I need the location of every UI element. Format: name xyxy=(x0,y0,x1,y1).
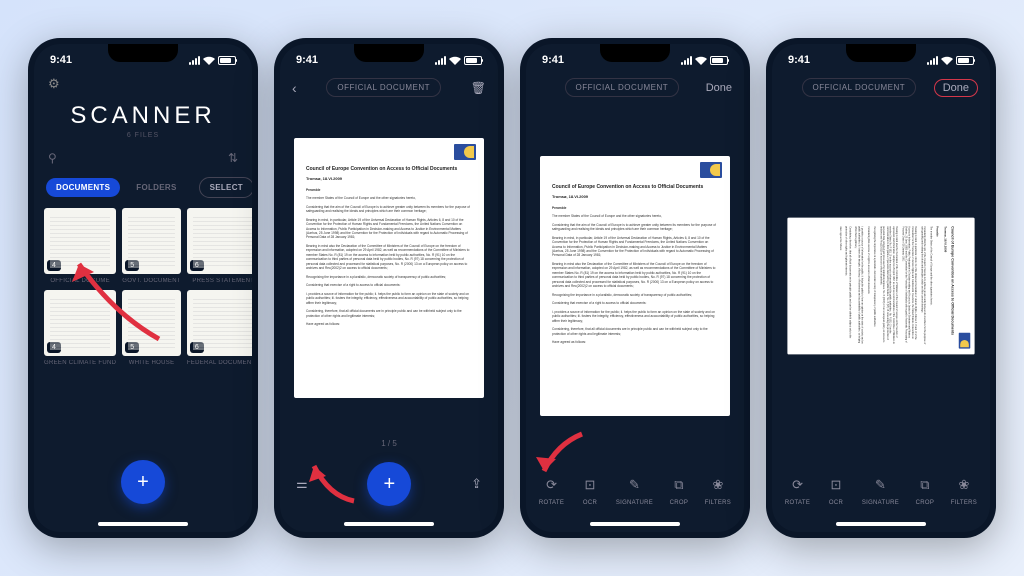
doc-thumb[interactable]: 6PRESS STATEMENT xyxy=(187,208,252,284)
battery-icon xyxy=(710,56,728,65)
notch xyxy=(354,44,424,62)
back-icon[interactable]: ‹ xyxy=(292,80,297,96)
share-icon[interactable]: ⇪ xyxy=(471,476,482,492)
filters-icon: ❀ xyxy=(952,473,976,497)
wifi-icon xyxy=(449,56,461,65)
page-indicator: 1 / 5 xyxy=(280,433,498,454)
signature-button[interactable]: ✎SIGNATURE xyxy=(616,473,653,506)
filters-icon: ❀ xyxy=(706,473,730,497)
crop-button[interactable]: ⧉CROP xyxy=(913,473,937,506)
rotate-icon: ⟳ xyxy=(786,473,810,497)
rotate-button[interactable]: ⟳ROTATE xyxy=(785,473,810,506)
status-time: 9:41 xyxy=(542,54,564,66)
home-indicator xyxy=(590,522,680,526)
ocr-icon: ⊡ xyxy=(824,473,848,497)
document-title-pill[interactable]: OFFICIAL DOCUMENT xyxy=(326,78,441,97)
rotate-icon: ⟳ xyxy=(540,473,564,497)
document-title-pill[interactable]: OFFICIAL DOCUMENT xyxy=(565,78,680,97)
rotate-button[interactable]: ⟳ROTATE xyxy=(539,473,564,506)
phone-frame-1: 9:41 ⚙ SCANNER 6 FILES ⚲ ⇅ DOCUMENTS FOL… xyxy=(28,38,258,538)
file-count: 6 FILES xyxy=(34,132,252,139)
done-button[interactable]: Done xyxy=(706,82,732,94)
done-button-highlighted[interactable]: Done xyxy=(934,79,978,97)
signature-button[interactable]: ✎SIGNATURE xyxy=(862,473,899,506)
signal-icon xyxy=(681,56,692,65)
gear-icon[interactable]: ⚙ xyxy=(48,76,60,92)
coe-logo-icon xyxy=(454,144,476,160)
filters-button[interactable]: ❀FILTERS xyxy=(951,473,977,506)
doc-thumb[interactable]: 4OFFICIAL DOCUME xyxy=(44,208,116,284)
signal-icon xyxy=(927,56,938,65)
home-indicator xyxy=(98,522,188,526)
notch xyxy=(846,44,916,62)
app-title: SCANNER xyxy=(34,102,252,130)
sort-icon[interactable]: ⇅ xyxy=(228,151,238,165)
crop-button[interactable]: ⧉CROP xyxy=(667,473,691,506)
document-preview[interactable]: Council of Europe Convention on Access t… xyxy=(772,103,990,469)
doc-heading: Council of Europe Convention on Access t… xyxy=(306,166,472,173)
document-preview[interactable]: Council of Europe Convention on Access t… xyxy=(526,103,744,469)
status-time: 9:41 xyxy=(50,54,72,66)
phone-frame-2: 9:41 ‹ OFFICIAL DOCUMENT 🗑 Council of Eu… xyxy=(274,38,504,538)
doc-thumb[interactable]: 6FEDERAL DOCUMENTS xyxy=(187,290,252,366)
notch xyxy=(600,44,670,62)
signal-icon xyxy=(435,56,446,65)
home-indicator xyxy=(836,522,926,526)
add-button[interactable]: + xyxy=(121,460,165,504)
coe-logo-icon xyxy=(959,333,971,349)
filters-button[interactable]: ❀FILTERS xyxy=(705,473,731,506)
home-indicator xyxy=(344,522,434,526)
select-button[interactable]: SELECT xyxy=(199,177,252,198)
doc-thumb[interactable]: 5GOVT. DOCUMENT xyxy=(122,208,181,284)
document-title-pill[interactable]: OFFICIAL DOCUMENT xyxy=(802,78,917,97)
status-time: 9:41 xyxy=(296,54,318,66)
phone-frame-4: 9:41 OFFICIAL DOCUMENT Done Council of E… xyxy=(766,38,996,538)
search-icon[interactable]: ⚲ xyxy=(48,151,57,165)
doc-thumb[interactable]: 4GREEN CLIMATE FUND xyxy=(44,290,116,366)
phone-frame-3: 9:41 OFFICIAL DOCUMENT Done Council of E… xyxy=(520,38,750,538)
crop-icon: ⧉ xyxy=(667,473,691,497)
battery-icon xyxy=(464,56,482,65)
coe-logo-icon xyxy=(700,162,722,178)
signal-icon xyxy=(189,56,200,65)
signature-icon: ✎ xyxy=(622,473,646,497)
tab-documents[interactable]: DOCUMENTS xyxy=(46,178,120,197)
tab-folders[interactable]: FOLDERS xyxy=(126,178,186,197)
ocr-button[interactable]: ⊡OCR xyxy=(578,473,602,506)
signature-icon: ✎ xyxy=(868,473,892,497)
battery-icon xyxy=(956,56,974,65)
wifi-icon xyxy=(695,56,707,65)
ocr-icon: ⊡ xyxy=(578,473,602,497)
adjust-icon[interactable]: ⚌ xyxy=(296,476,308,492)
doc-thumb[interactable]: 5WHITE HOUSE xyxy=(122,290,181,366)
wifi-icon xyxy=(941,56,953,65)
document-grid: 4OFFICIAL DOCUME 5GOVT. DOCUMENT 6PRESS … xyxy=(34,208,252,366)
trash-icon[interactable]: 🗑 xyxy=(471,81,486,95)
crop-icon: ⧉ xyxy=(913,473,937,497)
add-button[interactable]: + xyxy=(367,462,411,506)
status-time: 9:41 xyxy=(788,54,810,66)
battery-icon xyxy=(218,56,236,65)
wifi-icon xyxy=(203,56,215,65)
document-preview[interactable]: Council of Europe Convention on Access t… xyxy=(280,103,498,433)
ocr-button[interactable]: ⊡OCR xyxy=(824,473,848,506)
notch xyxy=(108,44,178,62)
doc-subheading: Tromsø, 18.VI.2009 xyxy=(306,176,472,182)
